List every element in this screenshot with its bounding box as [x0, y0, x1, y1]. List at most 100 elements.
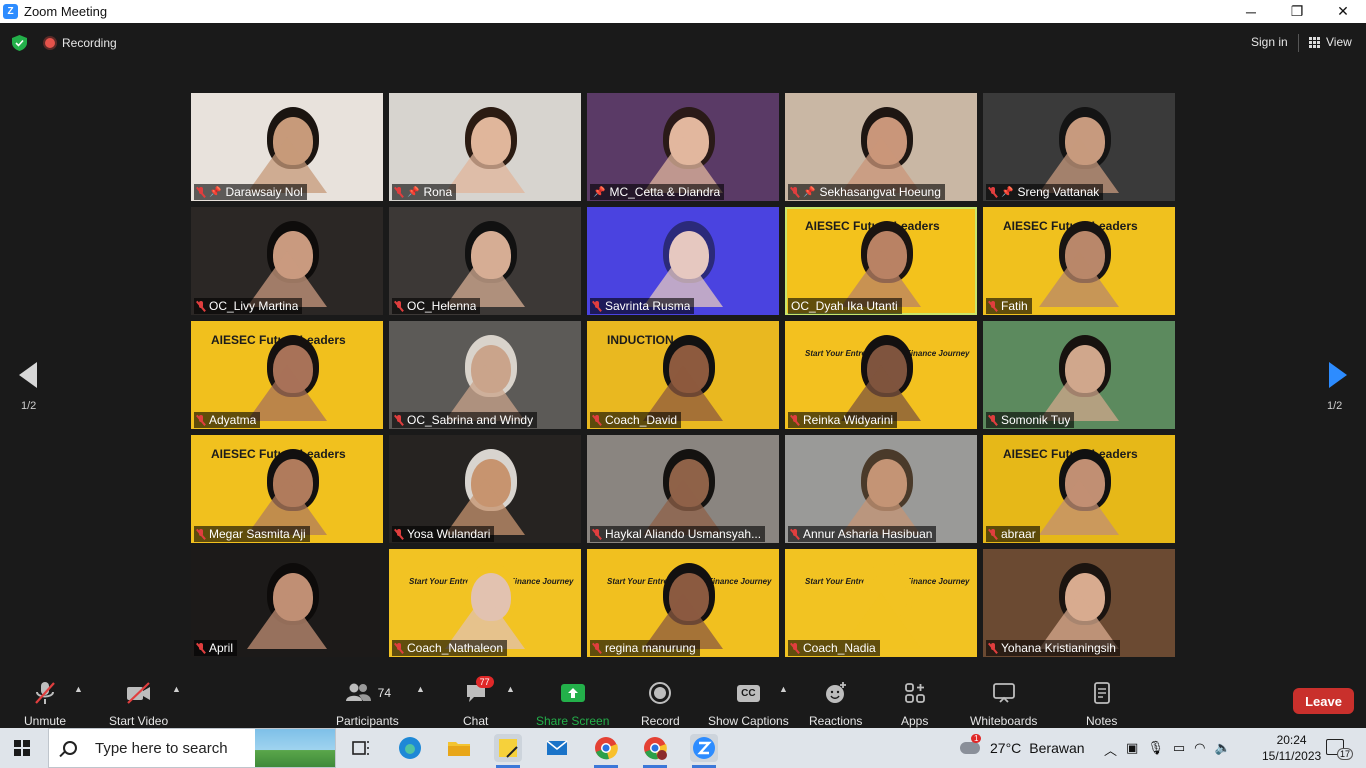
participants-button[interactable]: 74 Participants	[336, 680, 399, 728]
audio-options-chevron-icon[interactable]: ▲	[74, 684, 83, 694]
chat-options-chevron-icon[interactable]: ▲	[506, 684, 515, 694]
share-screen-button[interactable]: Share Screen	[536, 680, 609, 728]
notification-center-icon[interactable]: 17	[1326, 739, 1353, 760]
chrome-profile-icon[interactable]	[641, 734, 669, 768]
participant-name: Adyatma	[209, 413, 257, 427]
apps-button[interactable]: Apps	[901, 680, 928, 728]
wifi-icon[interactable]: ◠	[1194, 740, 1205, 759]
participant-video-tile[interactable]: 📌 Sreng Vattanak	[983, 93, 1175, 201]
participant-video-tile[interactable]: AIESEC Future Leadersabraar	[983, 435, 1175, 543]
clock-time: 20:24	[1276, 733, 1307, 747]
participant-video-tile[interactable]: Yosa Wulandari	[389, 435, 581, 543]
participant-video-tile[interactable]: 📌 Sekhasangvat Hoeung	[785, 93, 977, 201]
participant-name-label: 📌 MC_Cetta & Diandra	[590, 184, 725, 200]
participant-video-tile[interactable]: Start Your Entrepreneur & Finance Journe…	[389, 549, 581, 657]
participant-name-label: April	[194, 640, 238, 656]
chrome-icon[interactable]	[592, 734, 620, 768]
muted-microphone-icon	[791, 528, 799, 540]
zoom-taskbar-icon[interactable]	[690, 734, 718, 768]
share-screen-label: Share Screen	[536, 714, 610, 728]
file-explorer-icon[interactable]	[445, 734, 473, 762]
chat-unread-badge: 77	[475, 676, 494, 688]
participant-name: Yohana Kristianingsih	[1001, 641, 1116, 655]
participant-video-tile[interactable]: AIESEC Future LeadersFatih	[983, 207, 1175, 315]
chat-button[interactable]: 77 Chat	[463, 676, 494, 728]
close-button[interactable]: ✕	[1320, 0, 1366, 23]
participant-name: abraar	[1001, 527, 1036, 541]
windows-start-icon[interactable]	[14, 740, 30, 756]
participant-name: Megar Sasmita Aji	[209, 527, 306, 541]
participant-video-tile[interactable]: INDUCTION Coach_David	[587, 321, 779, 429]
meet-now-icon[interactable]: ▣	[1126, 740, 1138, 759]
participants-options-chevron-icon[interactable]: ▲	[416, 684, 425, 694]
previous-page-arrow-icon[interactable]	[19, 362, 37, 388]
record-label: Record	[641, 714, 680, 728]
participant-video-tile[interactable]: AIESEC Future LeadersAdyatma	[191, 321, 383, 429]
taskbar-clock[interactable]: 20:24 15/11/2023	[1262, 732, 1321, 764]
volume-icon[interactable]: 🔈	[1214, 740, 1230, 759]
participant-video-tile[interactable]: AIESEC Future LeadersOC_Dyah Ika Utanti	[785, 207, 977, 315]
captions-options-chevron-icon[interactable]: ▲	[779, 684, 788, 694]
participant-video-tile[interactable]: AIESEC Future LeadersMegar Sasmita Aji	[191, 435, 383, 543]
muted-microphone-icon	[791, 186, 799, 198]
participant-video-tile[interactable]: Annur Asharia Hasibuan	[785, 435, 977, 543]
participant-video-tile[interactable]: Start Your Entrepreneur & Finance Journe…	[785, 321, 977, 429]
view-button[interactable]: View	[1309, 35, 1352, 49]
muted-microphone-icon	[593, 300, 601, 312]
notes-button[interactable]: Notes	[1086, 680, 1117, 728]
reactions-button[interactable]: Reactions	[809, 680, 862, 728]
participants-icon	[345, 683, 371, 701]
participant-video-tile[interactable]: 📌 Darawsaiy Nol	[191, 93, 383, 201]
participant-video-tile[interactable]: Start Your Entrepreneur & Finance Journe…	[785, 549, 977, 657]
muted-microphone-icon	[593, 642, 601, 654]
maximize-button[interactable]: ❐	[1274, 0, 1320, 23]
search-icon	[63, 741, 77, 755]
background-poster-text: INDUCTION	[607, 333, 674, 347]
participant-name-label: Yosa Wulandari	[392, 526, 495, 542]
recording-indicator[interactable]: Recording	[45, 36, 117, 50]
meeting-toolbar: Unmute ▲ Start Video ▲ 74 Participants ▲	[0, 672, 1366, 728]
record-button[interactable]: Record	[641, 680, 680, 728]
pin-icon: 📌	[1001, 186, 1014, 198]
whiteboards-button[interactable]: Whiteboards	[970, 680, 1037, 728]
start-video-button[interactable]: Start Video	[109, 680, 168, 728]
participant-video-tile[interactable]: 📌 MC_Cetta & Diandra	[587, 93, 779, 201]
video-options-chevron-icon[interactable]: ▲	[172, 684, 181, 694]
sign-in-button[interactable]: Sign in	[1251, 35, 1288, 49]
participant-video-tile[interactable]: April	[191, 549, 383, 657]
task-view-icon[interactable]	[347, 734, 375, 762]
show-hidden-icons-chevron-icon[interactable]: ︿	[1104, 740, 1117, 759]
participant-name-label: 📌 Sekhasangvat Hoeung	[788, 184, 945, 200]
microphone-tray-icon[interactable]: 🎙	[1147, 740, 1164, 759]
weather-widget[interactable]: 1 27°C Berawan	[960, 734, 1085, 756]
unmute-button[interactable]: Unmute	[24, 680, 66, 728]
next-page-arrow-icon[interactable]	[1329, 362, 1347, 388]
sticky-notes-icon[interactable]	[494, 734, 522, 768]
notes-icon	[1093, 682, 1110, 704]
minimize-button[interactable]: ─	[1228, 0, 1274, 23]
participant-name-label: Reinka Widyarini	[788, 412, 898, 428]
participant-video-tile[interactable]: OC_Sabrina and Windy	[389, 321, 581, 429]
mail-icon[interactable]	[543, 734, 571, 762]
participant-video-tile[interactable]: 📌 Rona	[389, 93, 581, 201]
participant-video-tile[interactable]: Haykal Aliando Usmansyah...	[587, 435, 779, 543]
muted-microphone-icon	[197, 642, 205, 654]
battery-icon[interactable]: ▭	[1173, 740, 1185, 759]
show-captions-button[interactable]: CC Show Captions	[708, 680, 789, 728]
whiteboard-icon	[992, 683, 1015, 703]
participant-video-tile[interactable]: Start Your Entrepreneur & Finance Journe…	[587, 549, 779, 657]
participant-video-tile[interactable]: OC_Helenna	[389, 207, 581, 315]
taskbar-search-box[interactable]: Type here to search	[48, 728, 336, 768]
leave-meeting-button[interactable]: Leave	[1293, 688, 1354, 714]
participant-name-label: Savrinta Rusma	[590, 298, 695, 314]
edge-browser-icon[interactable]	[396, 734, 424, 762]
video-off-icon	[125, 680, 153, 706]
participant-video-tile[interactable]: Somonik Tuy	[983, 321, 1175, 429]
muted-microphone-icon	[197, 414, 205, 426]
participant-video-tile[interactable]: Yohana Kristianingsih	[983, 549, 1175, 657]
security-shield-icon[interactable]	[12, 35, 27, 51]
muted-microphone-icon	[197, 300, 205, 312]
view-label: View	[1326, 35, 1352, 49]
participant-video-tile[interactable]: Savrinta Rusma	[587, 207, 779, 315]
participant-video-tile[interactable]: OC_Livy Martina	[191, 207, 383, 315]
